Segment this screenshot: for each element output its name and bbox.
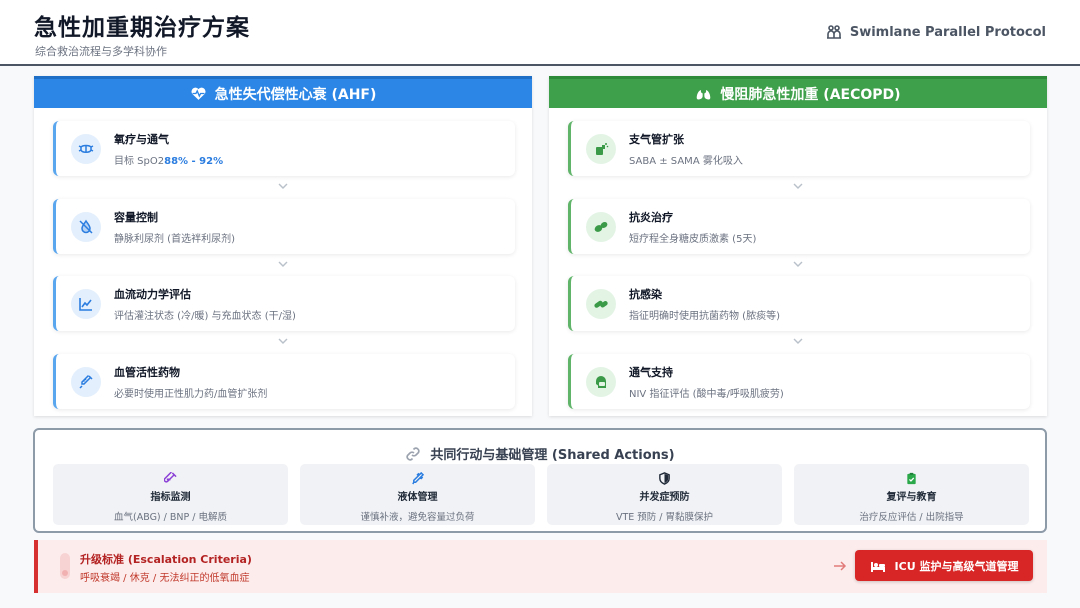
shared-card-education: 复评与教育 治疗反应评估 / 出院指导 [794, 464, 1029, 525]
lane-aecopd-header: 慢阻肺急性加重 (AECOPD) [549, 76, 1047, 108]
ahf-step-vasoactive: 血管活性药物 必要时使用正性肌力药/血管扩张剂 [53, 354, 515, 409]
step-desc: 目标 SpO288% - 92% [114, 152, 223, 167]
lane-ahf: 急性失代偿性心衰 (AHF) 氧疗与通气 目标 SpO288% - 92% 容量… [34, 76, 532, 416]
chevron-down-icon [278, 338, 288, 344]
people-lane-icon [826, 25, 841, 39]
chart-line-icon [79, 297, 92, 311]
aecopd-step-ventilation: 通气支持 NIV 指征评估 (酸中毒/呼吸肌疲劳) [568, 354, 1030, 409]
shared-card-fluid: 液体管理 谨慎补液，避免容量过负荷 [300, 464, 535, 525]
no-droplet-icon [79, 219, 93, 234]
dropper-icon [412, 472, 424, 485]
chevron-down-icon [793, 183, 803, 189]
card-desc: 治疗反应评估 / 出院指导 [859, 512, 964, 523]
step-name: 血管活性药物 [114, 365, 180, 379]
card-name: 指标监测 [150, 492, 191, 503]
ahf-step-volume: 容量控制 静脉利尿剂 (首选袢利尿剂) [53, 199, 515, 254]
syringe-icon [79, 374, 93, 389]
arrow-right-icon [834, 561, 847, 571]
shared-card-prevention: 并发症预防 VTE 预防 / 胃黏膜保护 [547, 464, 782, 525]
page-subtitle: 综合救治流程与多学科协作 [35, 45, 167, 58]
heartbeat-icon [191, 87, 206, 100]
lane-ahf-title: 急性失代偿性心衰 (AHF) [214, 86, 377, 103]
page-title: 急性加重期治疗方案 [34, 15, 250, 41]
shared-actions-header: 共同行动与基础管理 (Shared Actions) [35, 444, 1045, 463]
bed-icon [870, 561, 885, 572]
card-desc: VTE 预防 / 胃黏膜保护 [615, 512, 714, 523]
lane-aecopd-title: 慢阻肺急性加重 (AECOPD) [720, 86, 901, 103]
protocol-text: Swimlane Parallel Protocol [849, 24, 1046, 40]
spo2-target: 88% - 92% [164, 155, 224, 167]
step-name: 容量控制 [114, 210, 158, 224]
shared-actions-title: 共同行动与基础管理 (Shared Actions) [430, 448, 675, 463]
icu-escalation-button[interactable]: ICU 监护与高级气道管理 [855, 550, 1033, 581]
head-side-mask-icon [596, 375, 606, 388]
step-desc: NIV 指征评估 (酸中毒/呼吸肌疲劳) [629, 388, 784, 400]
step-name: 抗炎治疗 [629, 210, 673, 224]
lane-aecopd: 慢阻肺急性加重 (AECOPD) 支气管扩张 SABA ± SAMA 雾化吸入 … [549, 76, 1047, 416]
escalation-banner: 升级标准 (Escalation Criteria) 呼吸衰竭 / 休克 / 无… [34, 540, 1047, 593]
mask-icon [78, 144, 94, 153]
tablets-icon [594, 221, 608, 232]
page-header: 急性加重期治疗方案 综合救治流程与多学科协作 Swimlane Parallel… [0, 0, 1080, 66]
lane-ahf-header: 急性失代偿性心衰 (AHF) [34, 76, 532, 108]
ahf-step-oxygen: 氧疗与通气 目标 SpO288% - 92% [53, 121, 515, 176]
clipboard-check-icon [907, 472, 916, 485]
card-name: 液体管理 [397, 492, 438, 503]
step-desc: SABA ± SAMA 雾化吸入 [629, 155, 743, 167]
step-name: 氧疗与通气 [114, 132, 169, 146]
desc-prefix: 目标 SpO2 [114, 155, 165, 167]
chevron-down-icon [278, 261, 288, 267]
aecopd-step-anti-inflammatory: 抗炎治疗 短疗程全身糖皮质激素 (5天) [568, 199, 1030, 254]
escalation-title: 升级标准 (Escalation Criteria) [80, 553, 252, 566]
chevron-down-icon [793, 338, 803, 344]
step-desc: 指征明确时使用抗菌药物 (脓痰等) [629, 310, 780, 322]
escalation-desc: 呼吸衰竭 / 休克 / 无法纠正的低氧血症 [80, 573, 250, 584]
chevron-down-icon [793, 261, 803, 267]
icu-button-label: ICU 监护与高级气道管理 [894, 559, 1019, 573]
protocol-label: Swimlane Parallel Protocol [826, 24, 1046, 40]
step-desc: 必要时使用正性肌力药/血管扩张剂 [114, 388, 268, 400]
card-name: 复评与教育 [886, 492, 937, 503]
vial-icon [164, 472, 177, 483]
lungs-icon [697, 87, 711, 100]
thermometer-icon [60, 553, 70, 579]
step-desc: 静脉利尿剂 (首选袢利尿剂) [114, 233, 235, 245]
shared-actions-panel: 共同行动与基础管理 (Shared Actions) 指标监测 血气(ABG) … [33, 428, 1047, 533]
shared-card-monitoring: 指标监测 血气(ABG) / BNP / 电解质 [53, 464, 288, 525]
aecopd-step-anti-infection: 抗感染 指征明确时使用抗菌药物 (脓痰等) [568, 276, 1030, 331]
step-name: 抗感染 [629, 287, 662, 301]
step-desc: 短疗程全身糖皮质激素 (5天) [629, 233, 757, 245]
aecopd-step-bronchodilator: 支气管扩张 SABA ± SAMA 雾化吸入 [568, 121, 1030, 176]
card-desc: 血气(ABG) / BNP / 电解质 [114, 512, 227, 523]
capsules-icon [594, 300, 608, 308]
step-name: 血流动力学评估 [114, 287, 191, 301]
card-name: 并发症预防 [639, 492, 690, 503]
step-desc: 评估灌注状态 (冷/暖) 与充血状态 (干/湿) [114, 310, 296, 322]
link-icon [406, 446, 421, 461]
card-desc: 谨慎补液，避免容量过负荷 [360, 512, 475, 523]
step-name: 通气支持 [629, 365, 673, 379]
shield-icon [659, 472, 670, 485]
step-name: 支气管扩张 [629, 132, 684, 146]
inhaler-icon [596, 142, 609, 155]
ahf-step-hemodynamics: 血流动力学评估 评估灌注状态 (冷/暖) 与充血状态 (干/湿) [53, 276, 515, 331]
chevron-down-icon [278, 183, 288, 189]
